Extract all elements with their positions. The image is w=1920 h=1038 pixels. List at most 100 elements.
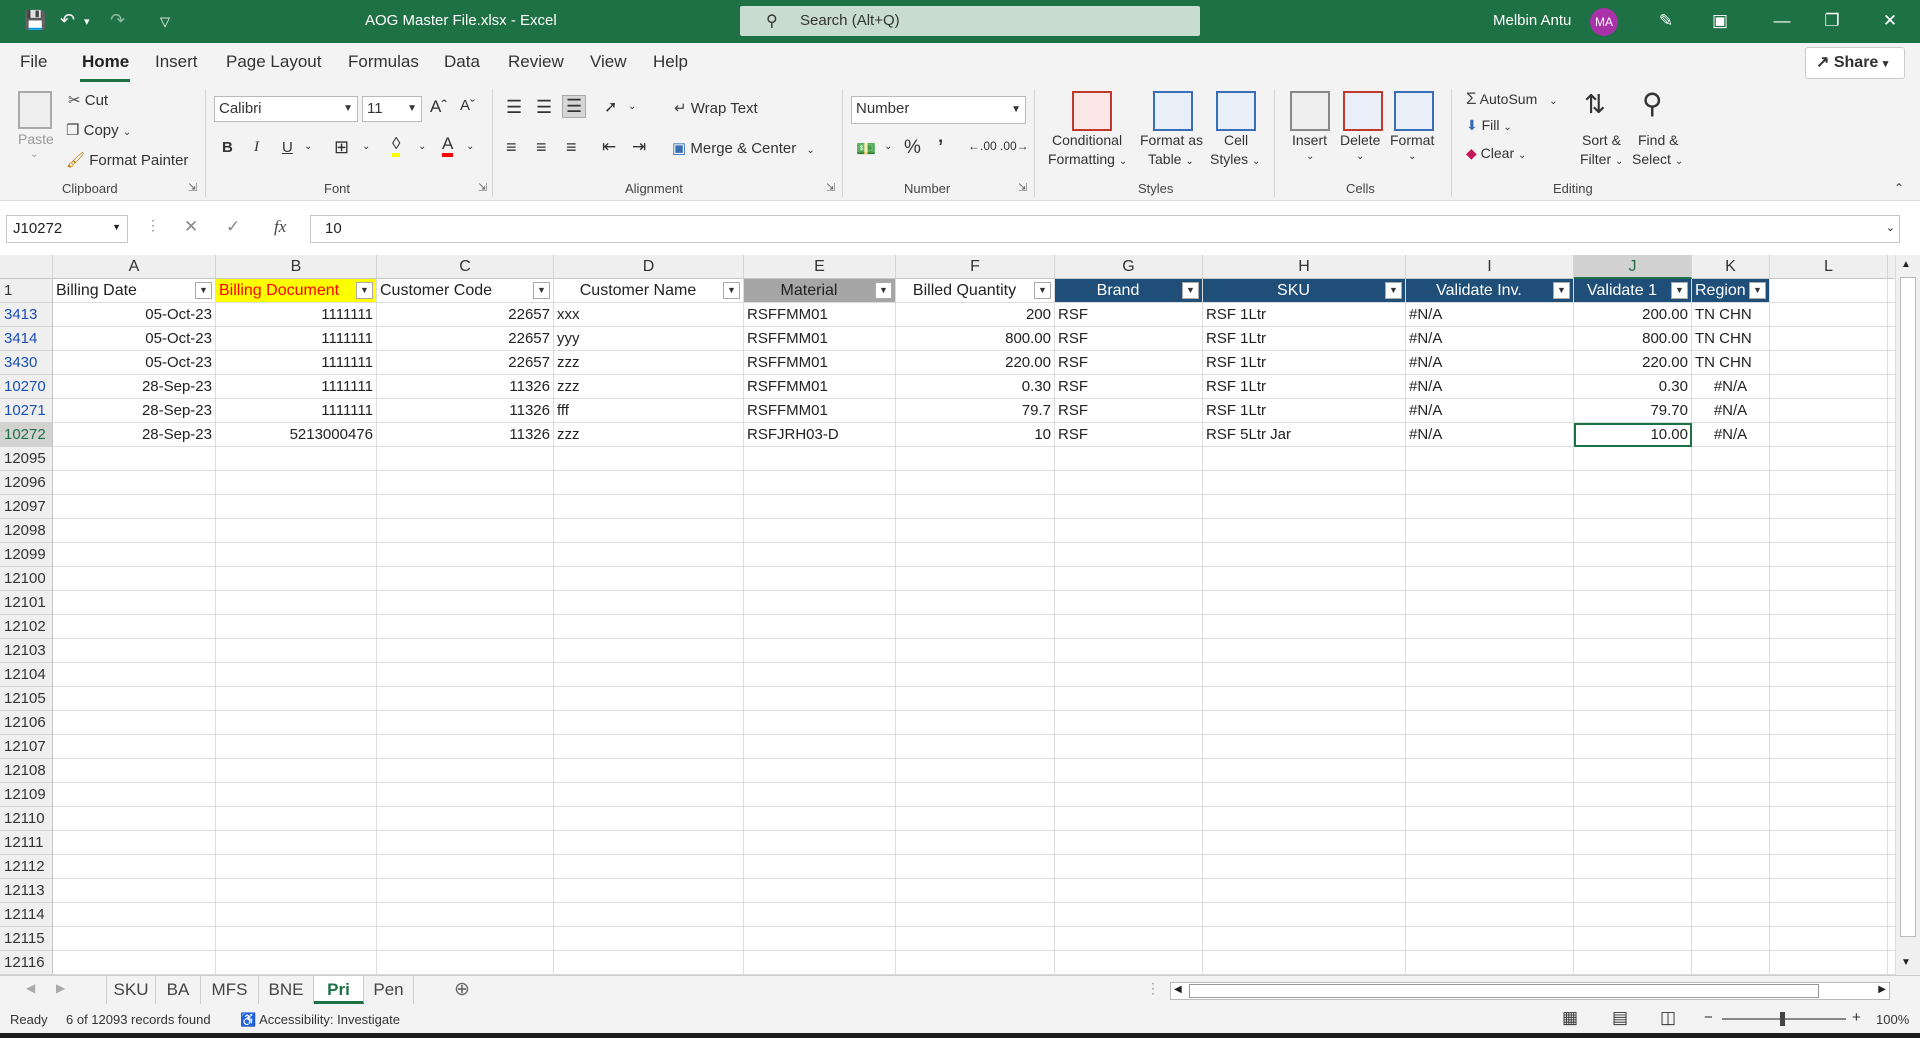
- header-cell[interactable]: Customer Name ▼: [554, 279, 744, 303]
- worksheet-grid[interactable]: ABCDEFGHIJKLM 1Billing Date▼Billing Docu…: [0, 255, 1920, 975]
- cell[interactable]: [1770, 783, 1888, 807]
- cell[interactable]: [1203, 567, 1406, 591]
- cell[interactable]: [1203, 615, 1406, 639]
- cell[interactable]: [377, 831, 554, 855]
- column-header-d[interactable]: D: [554, 255, 744, 279]
- format-as-table-button[interactable]: Format as: [1140, 132, 1203, 148]
- cell[interactable]: [216, 639, 377, 663]
- vertical-scroll-thumb[interactable]: [1900, 277, 1916, 937]
- sheet-tab-mfs[interactable]: MFS: [201, 976, 259, 1004]
- cell[interactable]: RSF: [1055, 399, 1203, 423]
- cell[interactable]: [216, 951, 377, 975]
- cell[interactable]: [1203, 663, 1406, 687]
- row-header[interactable]: 3413: [0, 303, 53, 327]
- cell-styles-label-2[interactable]: Styles ⌄: [1210, 151, 1260, 167]
- cell[interactable]: [53, 663, 216, 687]
- cell[interactable]: 1111111: [216, 303, 377, 327]
- row-header[interactable]: 12105: [0, 687, 53, 711]
- cell[interactable]: [377, 927, 554, 951]
- cell[interactable]: [896, 615, 1055, 639]
- cell[interactable]: [896, 447, 1055, 471]
- cell[interactable]: [554, 471, 744, 495]
- cell[interactable]: [1692, 471, 1770, 495]
- underline-dropdown-icon[interactable]: ⌄: [304, 141, 312, 152]
- cell[interactable]: [1574, 855, 1692, 879]
- cell[interactable]: [1055, 567, 1203, 591]
- scroll-left-icon[interactable]: ◀: [1174, 984, 1182, 995]
- cell[interactable]: [1770, 639, 1888, 663]
- cell[interactable]: [1770, 303, 1888, 327]
- cell[interactable]: [1203, 639, 1406, 663]
- filter-dropdown-icon[interactable]: ▼: [1182, 282, 1199, 299]
- cell[interactable]: [1406, 903, 1574, 927]
- find-select-button[interactable]: Find &: [1638, 132, 1678, 148]
- cell[interactable]: [216, 687, 377, 711]
- cell[interactable]: [53, 447, 216, 471]
- cell[interactable]: [1692, 735, 1770, 759]
- cell[interactable]: RSFFMM01: [744, 327, 896, 351]
- cell[interactable]: [377, 447, 554, 471]
- delete-dropdown-icon[interactable]: ⌄: [1356, 151, 1364, 162]
- cell[interactable]: [896, 591, 1055, 615]
- cell[interactable]: [1055, 495, 1203, 519]
- cell[interactable]: [744, 807, 896, 831]
- paste-icon[interactable]: [18, 91, 52, 129]
- cell[interactable]: 11326: [377, 423, 554, 447]
- save-icon[interactable]: 💾: [24, 10, 46, 31]
- cell[interactable]: [377, 735, 554, 759]
- cell[interactable]: [1770, 951, 1888, 975]
- filter-applied-icon[interactable]: ▼: [1385, 282, 1402, 299]
- cell[interactable]: [216, 663, 377, 687]
- tab-data[interactable]: Data: [444, 52, 480, 72]
- filter-dropdown-icon[interactable]: ▼: [875, 282, 892, 299]
- cell[interactable]: [1692, 903, 1770, 927]
- cell[interactable]: #N/A: [1406, 399, 1574, 423]
- ribbon-display-icon[interactable]: ▣: [1700, 6, 1740, 36]
- cell[interactable]: [1770, 711, 1888, 735]
- name-box[interactable]: J10272 ▼: [6, 215, 128, 243]
- cell[interactable]: [53, 951, 216, 975]
- align-top-icon[interactable]: ☰: [506, 97, 522, 118]
- cell[interactable]: [1574, 903, 1692, 927]
- cell[interactable]: [1203, 735, 1406, 759]
- cell[interactable]: [896, 663, 1055, 687]
- cell[interactable]: [554, 663, 744, 687]
- cell[interactable]: [1055, 927, 1203, 951]
- row-header[interactable]: 12109: [0, 783, 53, 807]
- cell[interactable]: [554, 735, 744, 759]
- minimize-icon[interactable]: —: [1762, 6, 1802, 36]
- cell[interactable]: 11326: [377, 399, 554, 423]
- cell[interactable]: [216, 711, 377, 735]
- font-name-select[interactable]: Calibri ▼: [214, 96, 358, 122]
- cell[interactable]: [1574, 519, 1692, 543]
- cell[interactable]: [1203, 711, 1406, 735]
- column-header-h[interactable]: H: [1203, 255, 1406, 279]
- cell[interactable]: [1770, 927, 1888, 951]
- cell[interactable]: RSF 1Ltr: [1203, 375, 1406, 399]
- enter-formula-icon[interactable]: ✓: [226, 217, 240, 237]
- cell[interactable]: [53, 471, 216, 495]
- customize-toolbar-icon[interactable]: ▽: [160, 14, 170, 30]
- cell[interactable]: [1574, 735, 1692, 759]
- cell[interactable]: [1692, 519, 1770, 543]
- cell[interactable]: [1406, 615, 1574, 639]
- cell[interactable]: [377, 543, 554, 567]
- format-cells-icon[interactable]: [1394, 91, 1434, 131]
- cell[interactable]: [896, 855, 1055, 879]
- cell[interactable]: [1770, 495, 1888, 519]
- cell[interactable]: 800.00: [896, 327, 1055, 351]
- cell[interactable]: 0.30: [1574, 375, 1692, 399]
- cell[interactable]: [1406, 831, 1574, 855]
- row-header[interactable]: 12099: [0, 543, 53, 567]
- cell[interactable]: [1574, 687, 1692, 711]
- tab-help[interactable]: Help: [653, 52, 688, 72]
- paste-dropdown-icon[interactable]: ⌄: [30, 149, 38, 160]
- cell[interactable]: [1055, 543, 1203, 567]
- autosum-button[interactable]: Σ AutoSum ⌄: [1466, 89, 1558, 109]
- cell[interactable]: [216, 591, 377, 615]
- accessibility-status[interactable]: ♿ Accessibility: Investigate: [240, 1012, 400, 1028]
- clipboard-launcher-icon[interactable]: ⇲: [188, 181, 197, 194]
- cell[interactable]: RSF: [1055, 423, 1203, 447]
- cell[interactable]: [1055, 663, 1203, 687]
- cell[interactable]: [1692, 807, 1770, 831]
